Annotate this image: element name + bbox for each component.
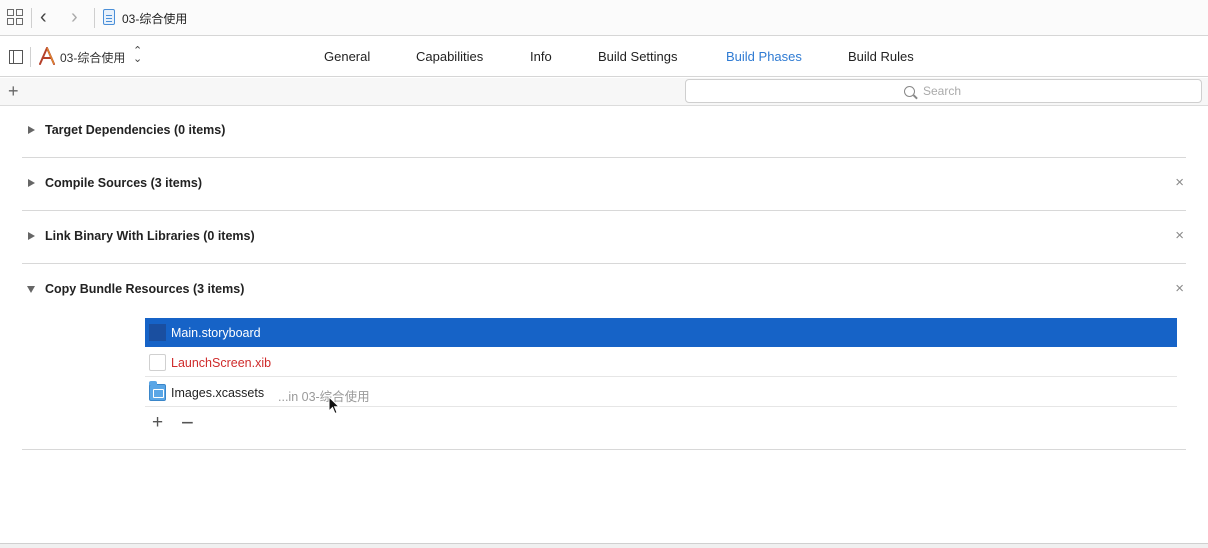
xib-file-icon (149, 354, 166, 371)
chevron-updown-icon[interactable]: ⌃ ⌄ (133, 46, 142, 65)
storyboard-icon (149, 324, 166, 341)
list-item[interactable]: Main.storyboard (145, 318, 1177, 347)
resource-name: Main.storyboard (171, 326, 261, 340)
remove-resource-button[interactable]: − (181, 412, 194, 434)
phase-title: Compile Sources (3 items) (45, 176, 202, 190)
phase-copy-bundle-resources[interactable]: Copy Bundle Resources (3 items) × (22, 265, 1186, 317)
phase-target-dependencies[interactable]: Target Dependencies (0 items) (22, 106, 1186, 158)
asset-catalog-icon (149, 381, 166, 401)
forward-arrow-icon[interactable]: › (71, 6, 78, 28)
tab-capabilities[interactable]: Capabilities (416, 49, 483, 64)
list-item[interactable]: Images.xcassets ...in 03-综合使用 (145, 378, 1177, 407)
target-selector[interactable]: 03-综合使用 (60, 49, 125, 66)
separator (30, 47, 31, 67)
tab-build-settings[interactable]: Build Settings (598, 49, 678, 64)
phase-compile-sources[interactable]: Compile Sources (3 items) × (22, 159, 1186, 211)
filter-bar: + Search (0, 78, 1208, 106)
resource-name: Images.xcassets (171, 386, 265, 400)
file-icon (103, 9, 115, 25)
phase-title: Copy Bundle Resources (3 items) (45, 282, 245, 296)
separator (94, 8, 95, 28)
disclosure-triangle-icon[interactable] (28, 179, 35, 187)
divider (22, 449, 1186, 450)
close-icon[interactable]: × (1175, 174, 1184, 191)
list-item[interactable]: LaunchScreen.xib (145, 348, 1177, 377)
phase-title: Target Dependencies (0 items) (45, 123, 226, 137)
mouse-cursor-icon (328, 396, 340, 415)
phase-link-binary[interactable]: Link Binary With Libraries (0 items) × (22, 212, 1186, 264)
disclosure-triangle-icon[interactable] (28, 126, 35, 134)
add-build-phase-button[interactable]: + (8, 80, 19, 102)
related-items-icon[interactable] (7, 9, 23, 25)
resource-location: ...in 03-综合使用 (278, 390, 370, 404)
search-field[interactable]: Search (685, 79, 1202, 103)
close-icon[interactable]: × (1175, 227, 1184, 244)
separator (31, 8, 32, 28)
disclosure-triangle-icon[interactable] (28, 232, 35, 240)
phase-title: Link Binary With Libraries (0 items) (45, 229, 255, 243)
back-arrow-icon[interactable]: ‹ (40, 6, 47, 28)
tab-general[interactable]: General (324, 49, 370, 64)
sidebar-toggle-icon[interactable] (9, 50, 23, 64)
tab-build-phases[interactable]: Build Phases (726, 49, 802, 64)
resource-name: LaunchScreen.xib (171, 356, 272, 370)
tab-build-rules[interactable]: Build Rules (848, 49, 914, 64)
editor-tab-bar: 03-综合使用 ⌃ ⌄ General Capabilities Info Bui… (0, 37, 1208, 77)
jump-bar-file-name[interactable]: 03-综合使用 (122, 10, 187, 27)
close-icon[interactable]: × (1175, 280, 1184, 297)
app-target-icon (39, 47, 55, 65)
disclosure-triangle-open-icon[interactable] (27, 286, 35, 293)
bottom-edge (0, 543, 1208, 548)
tab-info[interactable]: Info (530, 49, 552, 64)
add-resource-button[interactable]: + (152, 413, 163, 433)
jump-bar: ‹ › 03-综合使用 (0, 0, 1208, 36)
